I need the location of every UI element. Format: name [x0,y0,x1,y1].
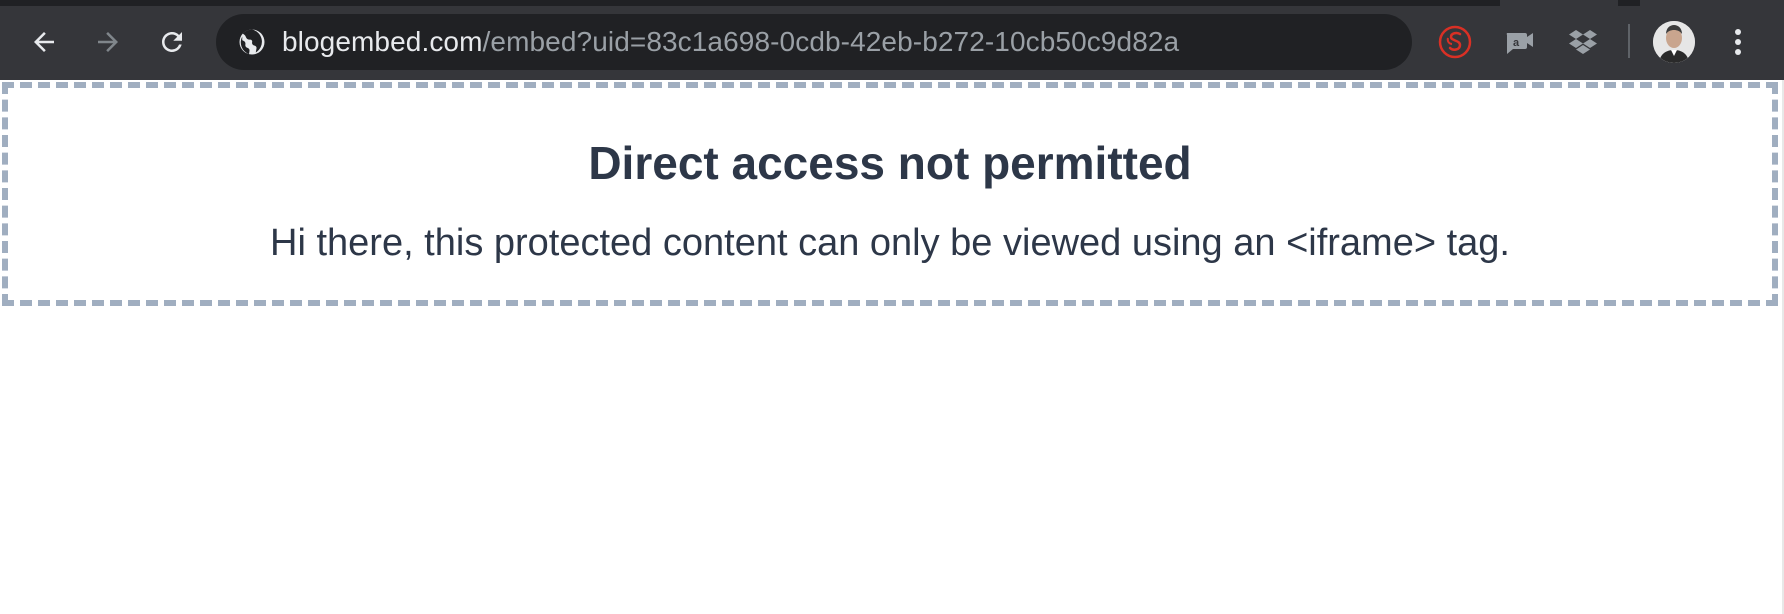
profile-avatar[interactable] [1653,21,1695,63]
dropbox-icon[interactable] [1563,22,1603,62]
reload-icon [162,32,182,52]
forward-button[interactable] [86,20,130,64]
page-content: Direct access not permitted Hi there, th… [0,80,1784,614]
tab-strip-tab[interactable] [1500,0,1618,6]
access-notice-box: Direct access not permitted Hi there, th… [2,82,1778,306]
vertical-dots-icon [1735,29,1741,55]
arrow-left-icon [34,32,54,52]
avatar-photo [1653,21,1695,63]
chat-bubble-extension-icon[interactable]: a [1499,22,1539,62]
tab-strip-tab[interactable] [1640,0,1784,6]
notice-message: Hi there, this protected content can onl… [270,222,1510,264]
svg-text:a: a [1513,37,1520,49]
back-button[interactable] [22,20,66,64]
toolbar-divider [1628,24,1630,58]
notice-title: Direct access not permitted [588,137,1192,189]
url-path: /embed?uid=83c1a698-0cdb-42eb-b272-10cb5… [482,26,1180,57]
red-circle-extension-icon[interactable] [1435,22,1475,62]
more-menu-button[interactable] [1722,22,1754,62]
reload-button[interactable] [150,20,194,64]
arrow-right-icon [98,32,118,52]
address-bar[interactable]: blogembed.com/embed?uid=83c1a698-0cdb-42… [216,14,1412,70]
globe-icon[interactable] [236,26,268,58]
url-domain: blogembed.com [282,26,483,57]
browser-toolbar: blogembed.com/embed?uid=83c1a698-0cdb-42… [0,0,1784,80]
url-text[interactable]: blogembed.com/embed?uid=83c1a698-0cdb-42… [282,28,1179,56]
